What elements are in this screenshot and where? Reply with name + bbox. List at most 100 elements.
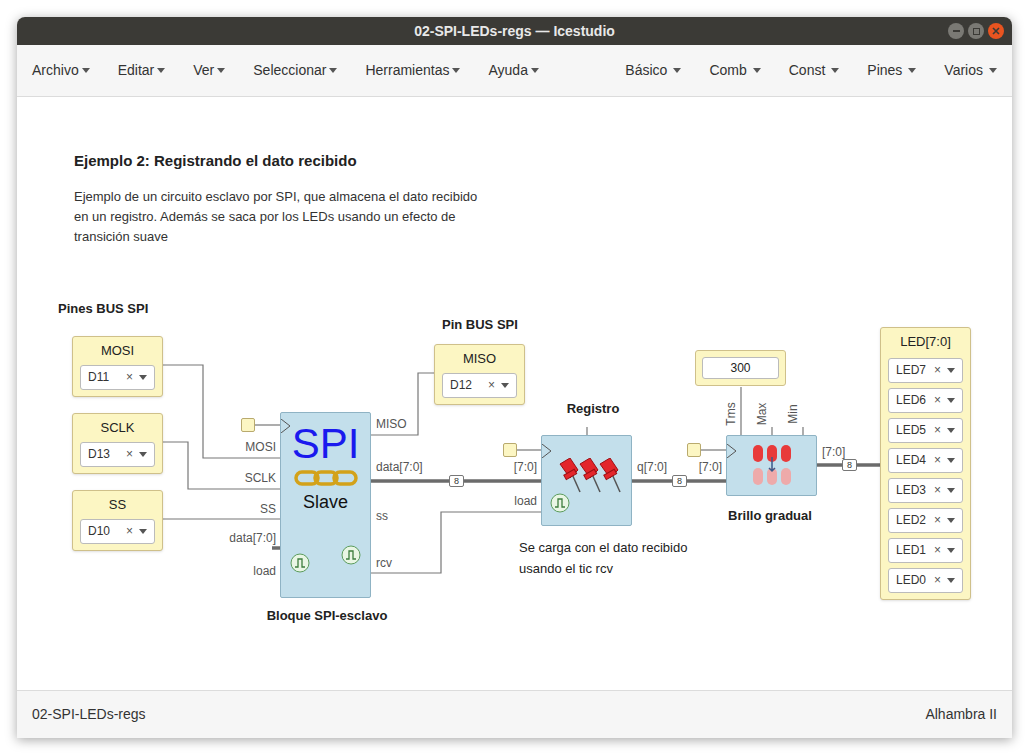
pin-block[interactable]: SCLKD13× bbox=[72, 413, 163, 474]
clear-button[interactable]: × bbox=[934, 571, 941, 589]
led-block[interactable]: LED[7:0]LED7×LED6×LED5×LED4×LED3×LED2×LE… bbox=[880, 327, 971, 600]
pin-block[interactable]: MISO D12 × bbox=[434, 344, 525, 405]
param-label: Tms bbox=[724, 399, 738, 429]
pin-value: LED1 bbox=[896, 541, 928, 559]
caret-icon bbox=[82, 68, 90, 73]
minimize-button[interactable] bbox=[948, 23, 964, 39]
menu-item[interactable]: Básico bbox=[625, 60, 681, 81]
param-label: Min bbox=[786, 399, 800, 429]
heading: Ejemplo 2: Registrando el dato recibido bbox=[74, 150, 357, 173]
caret-icon bbox=[673, 68, 681, 73]
clock-edge-icon bbox=[281, 419, 291, 433]
clock-input[interactable] bbox=[503, 443, 517, 457]
pin-value: LED7 bbox=[896, 361, 928, 379]
pin-select[interactable]: LED4× bbox=[888, 448, 963, 473]
group-label: Pines BUS SPI bbox=[58, 299, 148, 319]
caret-icon bbox=[501, 383, 509, 388]
window-controls bbox=[948, 23, 1004, 39]
menu-item[interactable]: Editar bbox=[118, 60, 166, 81]
clear-button[interactable]: × bbox=[126, 368, 133, 386]
pin-value: D10 bbox=[88, 522, 120, 540]
pin-select[interactable]: LED0× bbox=[888, 568, 963, 593]
pin-select[interactable]: D12 × bbox=[442, 373, 517, 398]
menu-item[interactable]: Archivo bbox=[32, 60, 90, 81]
pin-name: SCLK bbox=[73, 414, 162, 442]
caret-icon bbox=[908, 68, 916, 73]
caret-icon bbox=[947, 368, 955, 373]
port-label: SS bbox=[196, 502, 276, 516]
maximize-button[interactable] bbox=[968, 23, 984, 39]
caret-icon bbox=[217, 68, 225, 73]
pin-value: LED3 bbox=[896, 481, 928, 499]
close-icon bbox=[992, 27, 1000, 35]
menu-item[interactable]: Pines bbox=[867, 60, 916, 81]
clock-edge-icon bbox=[727, 444, 737, 458]
canvas[interactable]: Ejemplo 2: Registrando el dato recibido E… bbox=[17, 97, 1012, 690]
fader-block[interactable] bbox=[726, 435, 817, 496]
menu-item[interactable]: Ayuda bbox=[488, 60, 538, 81]
port-label: data[7:0] bbox=[196, 531, 276, 545]
status-file: 02-SPI-LEDs-regs bbox=[32, 704, 146, 725]
block-caption: Registro bbox=[503, 399, 683, 419]
clock-edge-icon bbox=[542, 444, 552, 458]
menu-item[interactable]: Seleccionar bbox=[253, 60, 337, 81]
close-button[interactable] bbox=[988, 23, 1004, 39]
port-label: load bbox=[196, 564, 276, 578]
pin-block[interactable]: SS D10 × bbox=[72, 490, 163, 551]
clear-button[interactable]: × bbox=[488, 376, 495, 394]
menu-item[interactable]: Herramientas bbox=[365, 60, 460, 81]
port-label: [7:0] bbox=[457, 460, 537, 474]
note-line: usando el tic rcv bbox=[519, 558, 687, 579]
param-label: Max bbox=[755, 399, 769, 429]
clear-button[interactable]: × bbox=[934, 451, 941, 469]
port-label: load bbox=[457, 494, 537, 508]
menu-item[interactable]: Varios bbox=[944, 60, 997, 81]
pin-name: MISO bbox=[435, 345, 524, 373]
pin-select[interactable]: D11 × bbox=[80, 365, 155, 390]
caret-icon bbox=[947, 578, 955, 583]
clock-input[interactable] bbox=[241, 418, 255, 432]
pin-select[interactable]: LED5× bbox=[888, 418, 963, 443]
window: 02-SPI-LEDs-regs — Icestudio Archivo Edita… bbox=[17, 17, 1012, 738]
register-block[interactable] bbox=[541, 435, 632, 526]
pin-value: D11 bbox=[88, 368, 120, 386]
caret-icon bbox=[989, 68, 997, 73]
caret-icon bbox=[452, 68, 460, 73]
clock-input[interactable] bbox=[687, 443, 701, 457]
leds-brightness-icon bbox=[751, 443, 793, 489]
caret-icon bbox=[831, 68, 839, 73]
pin-value: D12 bbox=[450, 376, 482, 394]
constant-input[interactable]: 300 bbox=[702, 357, 779, 379]
clear-button[interactable]: × bbox=[126, 445, 133, 463]
constant-block[interactable]: 300 bbox=[695, 350, 786, 386]
menu-left: Archivo Editar Ver Seleccionar Herramientas A… bbox=[32, 60, 539, 81]
description: Ejemplo de un circuito esclavo por SPI, … bbox=[74, 187, 477, 247]
spi-slave-block[interactable]: SPISlave bbox=[280, 412, 371, 598]
pin-select[interactable]: LED6 × bbox=[888, 388, 963, 413]
clear-button[interactable]: × bbox=[934, 421, 941, 439]
pin-select[interactable]: LED1 × bbox=[888, 538, 963, 563]
window-title: 02-SPI-LEDs-regs — Icestudio bbox=[414, 21, 615, 42]
clear-button[interactable]: × bbox=[934, 391, 941, 409]
pin-select[interactable]: LED2 × bbox=[888, 508, 963, 533]
clear-button[interactable]: × bbox=[934, 361, 941, 379]
menu-item[interactable]: Const bbox=[789, 60, 840, 81]
clear-button[interactable]: × bbox=[934, 481, 941, 499]
pin-block[interactable]: MOSID11× bbox=[72, 336, 163, 397]
pin-name: SS bbox=[73, 491, 162, 519]
register-note: Se carga con el dato recibidousando el t… bbox=[519, 537, 687, 579]
pin-select[interactable]: D10 × bbox=[80, 519, 155, 544]
pin-value: LED2 bbox=[896, 511, 928, 529]
menu-item[interactable]: Comb bbox=[709, 60, 760, 81]
pin-select[interactable]: LED7 × bbox=[888, 358, 963, 383]
pin-select[interactable]: LED3 × bbox=[888, 478, 963, 503]
clear-button[interactable]: × bbox=[126, 522, 133, 540]
clear-button[interactable]: × bbox=[934, 511, 941, 529]
menu-item[interactable]: Ver bbox=[193, 60, 225, 81]
status-board[interactable]: Alhambra II bbox=[925, 704, 997, 725]
chain-icon bbox=[294, 469, 358, 487]
pin-select[interactable]: D13× bbox=[80, 442, 155, 467]
clock-icon bbox=[550, 493, 570, 513]
pin-value: LED6 bbox=[896, 391, 928, 409]
clear-button[interactable]: × bbox=[934, 541, 941, 559]
